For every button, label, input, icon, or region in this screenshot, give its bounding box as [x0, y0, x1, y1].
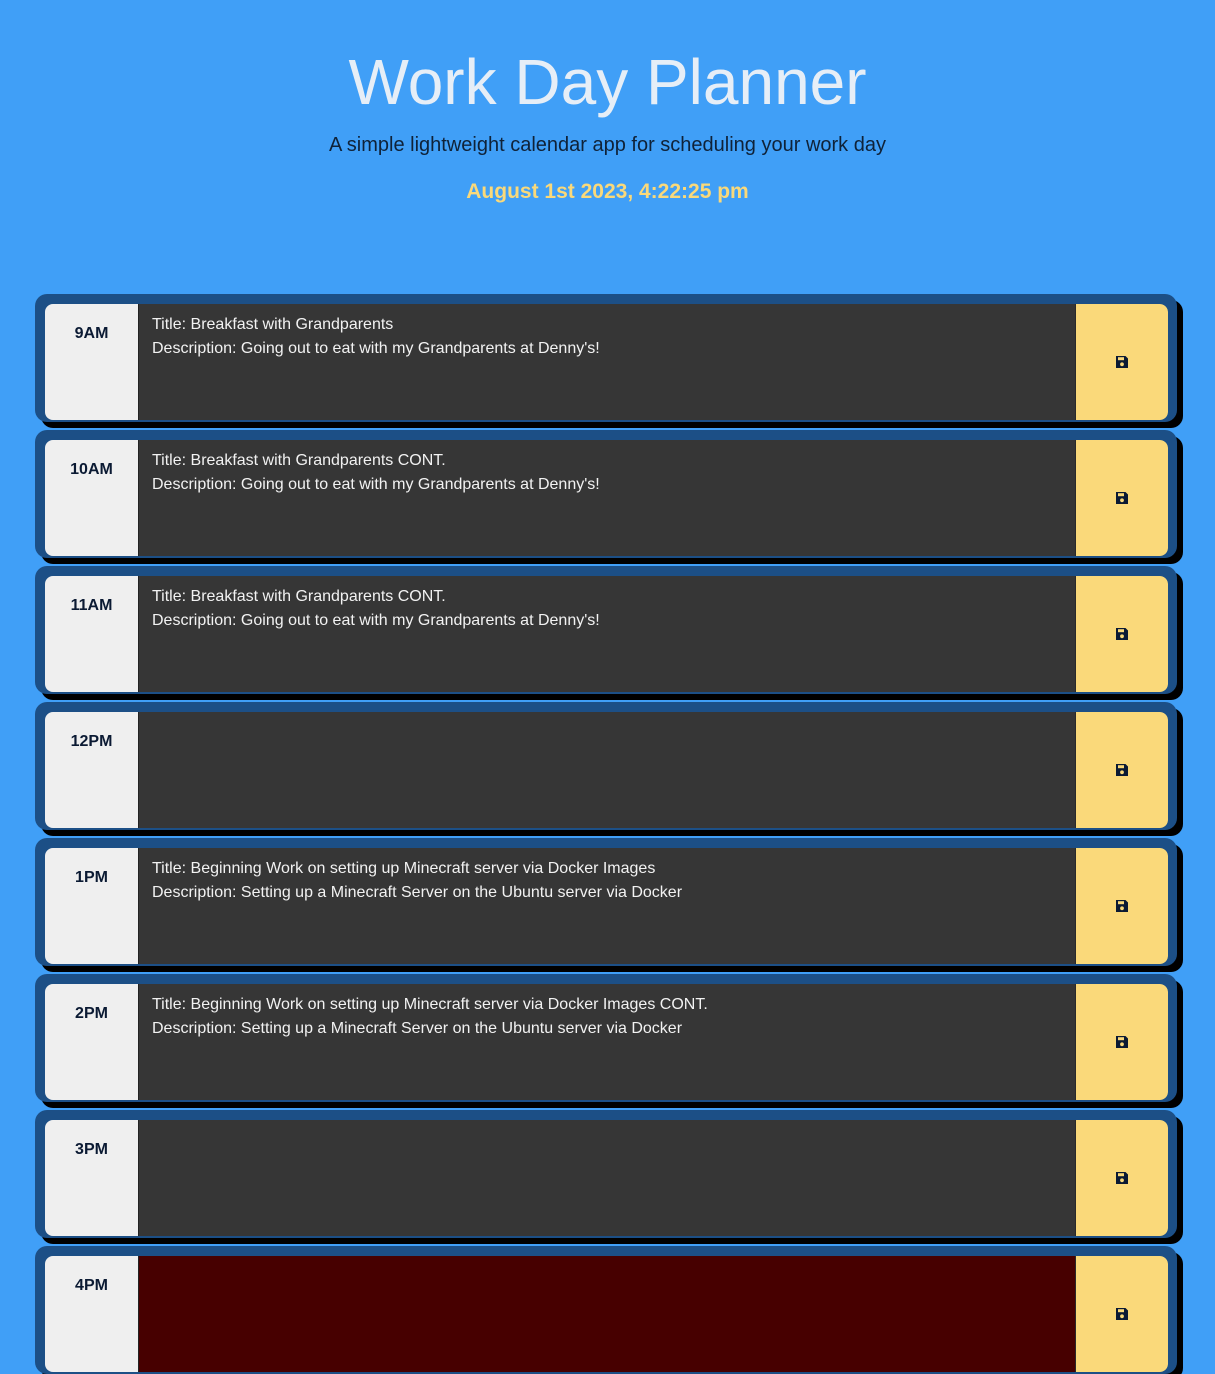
save-button[interactable]	[1075, 440, 1168, 556]
floppy-disk-icon	[1116, 1308, 1128, 1320]
save-button[interactable]	[1075, 576, 1168, 692]
save-button[interactable]	[1075, 304, 1168, 420]
save-button[interactable]	[1075, 712, 1168, 828]
time-block: 10AM Title: Breakfast with Grandparents …	[35, 430, 1177, 558]
floppy-disk-icon	[1116, 900, 1128, 912]
hour-label: 2PM	[45, 984, 139, 1100]
event-textarea[interactable]	[139, 712, 1075, 828]
event-textarea[interactable]: Title: Breakfast with Grandparents CONT.…	[139, 576, 1075, 692]
page-subtitle: A simple lightweight calendar app for sc…	[329, 134, 886, 156]
save-button[interactable]	[1075, 984, 1168, 1100]
event-textarea[interactable]: Title: Breakfast with Grandparents Descr…	[139, 304, 1075, 420]
event-textarea[interactable]: Title: Breakfast with Grandparents CONT.…	[139, 440, 1075, 556]
event-textarea[interactable]: Title: Beginning Work on setting up Mine…	[139, 984, 1075, 1100]
hour-label: 1PM	[45, 848, 139, 964]
page-title: Work Day Planner	[348, 46, 867, 118]
time-block: 1PM Title: Beginning Work on setting up …	[35, 838, 1177, 966]
time-block: 3PM	[35, 1110, 1177, 1238]
save-button[interactable]	[1075, 1256, 1168, 1372]
hour-label: 12PM	[45, 712, 139, 828]
floppy-disk-icon	[1116, 1172, 1128, 1184]
time-block: 12PM	[35, 702, 1177, 830]
hour-label: 10AM	[45, 440, 139, 556]
event-textarea[interactable]	[139, 1120, 1075, 1236]
save-button[interactable]	[1075, 848, 1168, 964]
event-textarea[interactable]	[139, 1256, 1075, 1372]
time-block: 2PM Title: Beginning Work on setting up …	[35, 974, 1177, 1102]
hour-label: 9AM	[45, 304, 139, 420]
hour-label: 4PM	[45, 1256, 139, 1372]
floppy-disk-icon	[1116, 628, 1128, 640]
floppy-disk-icon	[1116, 1036, 1128, 1048]
event-textarea[interactable]: Title: Beginning Work on setting up Mine…	[139, 848, 1075, 964]
hour-label: 3PM	[45, 1120, 139, 1236]
save-button[interactable]	[1075, 1120, 1168, 1236]
floppy-disk-icon	[1116, 492, 1128, 504]
hour-label: 11AM	[45, 576, 139, 692]
floppy-disk-icon	[1116, 356, 1128, 368]
floppy-disk-icon	[1116, 764, 1128, 776]
time-block: 9AM Title: Breakfast with Grandparents D…	[35, 294, 1177, 422]
time-block: 11AM Title: Breakfast with Grandparents …	[35, 566, 1177, 694]
current-datetime: August 1st 2023, 4:22:25 pm	[466, 180, 749, 203]
time-block: 4PM	[35, 1246, 1177, 1374]
